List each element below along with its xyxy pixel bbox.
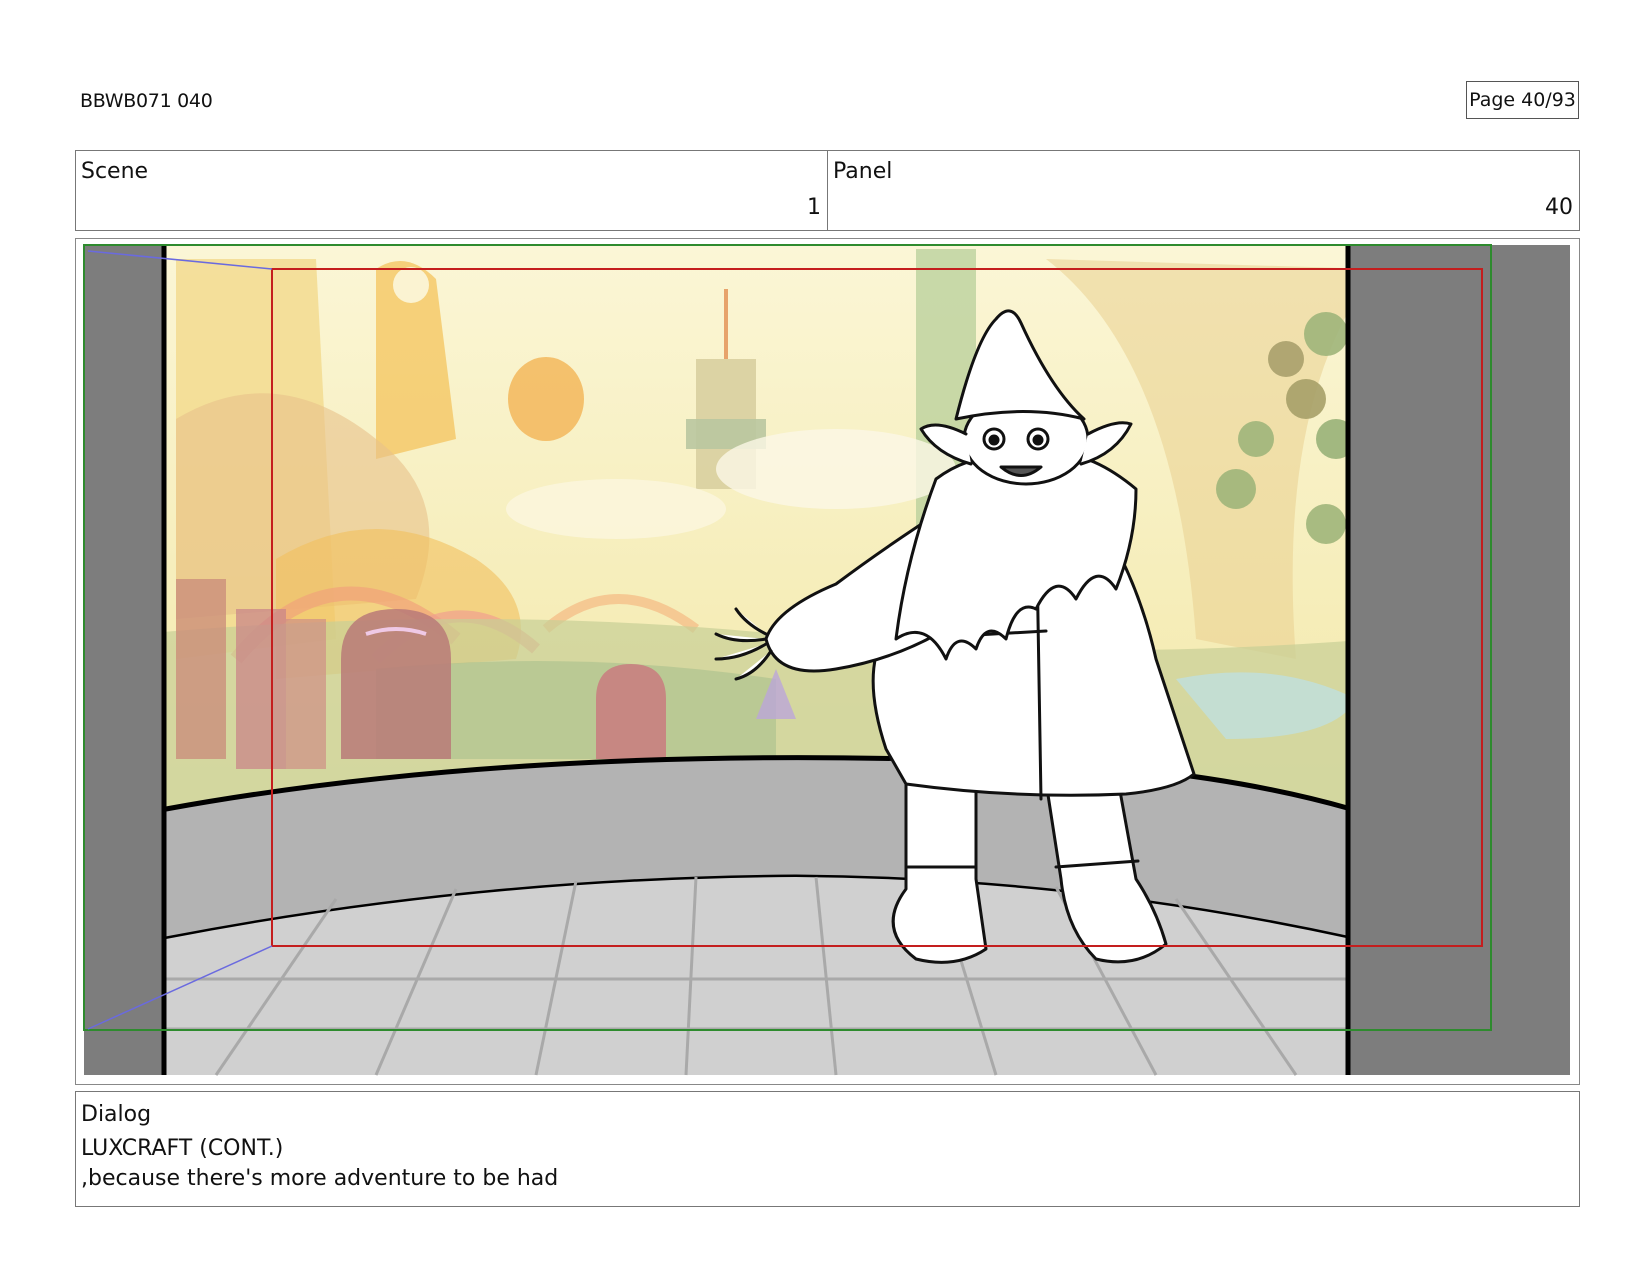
panel-label: Panel [833,159,893,184]
panel-number: 40 [1545,195,1573,220]
scene-panel-table: Scene 1 Panel 40 [75,150,1580,231]
panel-cell: Panel 40 [828,151,1579,230]
dialog-label: Dialog [81,1102,152,1127]
dialog-box: Dialog LUXCRAFT (CONT.) ,because there's… [75,1091,1580,1207]
dialog-speaker: LUXCRAFT (CONT.) [81,1136,284,1161]
scene-number: 1 [807,195,821,220]
stage-balcony [165,755,1352,1076]
document-id: BBWB071 040 [80,90,213,112]
dialog-line: ,because there's more adventure to be ha… [81,1166,559,1191]
storyboard-drawing [83,244,1570,1076]
scene-label: Scene [81,159,149,184]
left-letterbox [84,245,164,1075]
right-letterbox [1348,245,1570,1075]
storyboard-frame [75,238,1580,1085]
scene-cell: Scene 1 [76,151,828,230]
page-number: Page 40/93 [1466,81,1579,119]
